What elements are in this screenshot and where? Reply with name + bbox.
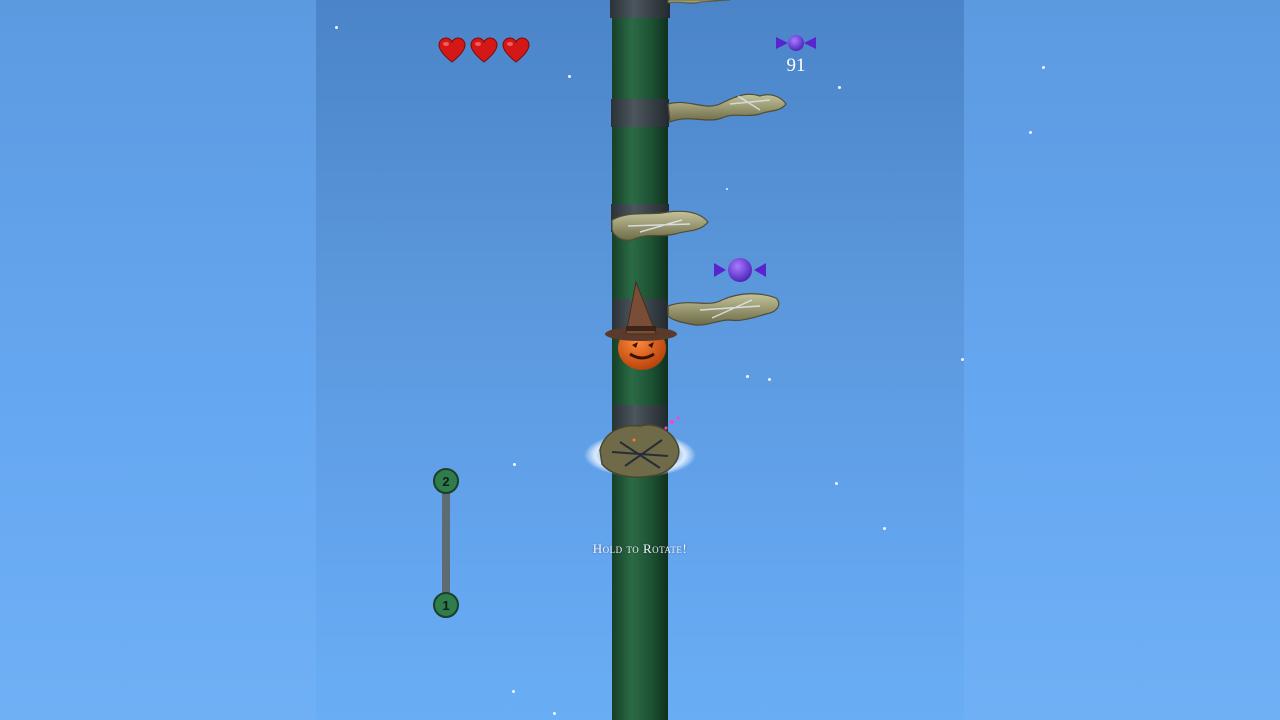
progress-track	[442, 490, 450, 594]
level-progress: 2 1	[433, 468, 459, 618]
branch-platform	[667, 293, 780, 326]
lives-display	[438, 37, 530, 63]
candy-icon	[776, 35, 816, 51]
game-scene	[584, 0, 787, 720]
spark-particle	[670, 420, 674, 424]
spark-particle	[664, 426, 668, 430]
branch-platform	[599, 424, 680, 478]
heart-icon	[470, 37, 498, 63]
spark-particle	[676, 416, 680, 420]
candy-pickup	[714, 258, 766, 282]
spark-particle	[632, 438, 636, 442]
tower-band	[610, 0, 670, 18]
candy-counter: 91	[772, 32, 820, 76]
heart-icon	[502, 37, 530, 63]
current-level-node: 1	[433, 592, 459, 618]
branch-platform	[667, 0, 731, 4]
heart-icon	[438, 37, 466, 63]
tower-band	[611, 99, 669, 127]
hold-to-rotate-hint: Hold to Rotate!	[592, 541, 688, 556]
candy-count: 91	[786, 55, 806, 76]
next-level-node: 2	[433, 468, 459, 494]
branch-platform	[667, 93, 787, 123]
